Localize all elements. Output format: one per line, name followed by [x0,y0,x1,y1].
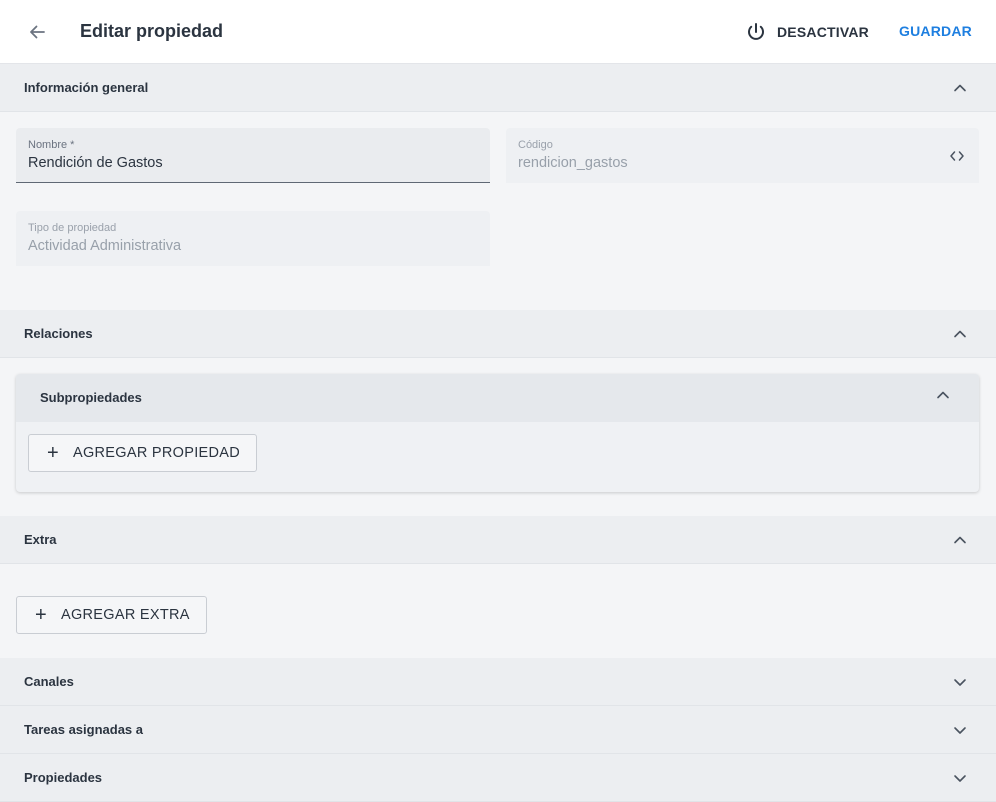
subproperties-title: Subpropiedades [40,390,142,405]
add-property-button[interactable]: + AGREGAR PROPIEDAD [28,434,258,472]
name-field-label: Nombre * [28,139,75,151]
section-general-header[interactable]: Información general [0,64,996,112]
power-icon [748,23,764,40]
section-relations-header[interactable]: Relaciones [0,310,996,358]
property-type-field: Tipo de propiedad Actividad Administrati… [16,211,490,266]
chevron-down-icon [954,679,966,686]
top-bar: Editar propiedad DESACTIVAR GUARDAR [0,0,996,64]
chevron-up-icon [937,391,949,399]
subproperties-header[interactable]: Subpropiedades [16,374,979,422]
plus-icon: + [47,442,59,464]
deactivate-button[interactable]: DESACTIVAR [745,18,869,46]
section-relations-title: Relaciones [24,326,93,341]
section-channels-header[interactable]: Canales [0,658,996,706]
arrow-left-icon [30,25,45,39]
subproperties-panel: Subpropiedades + AGREGAR PROPIEDAD [16,374,979,492]
section-general-title: Información general [24,80,149,95]
section-extra-title: Extra [24,532,57,547]
name-field[interactable]: Nombre * Rendición de Gastos [16,128,490,183]
code-field-label: Código [518,139,553,151]
section-extra-header[interactable]: Extra [0,516,996,564]
save-button[interactable]: GUARDAR [899,23,972,39]
code-icon[interactable] [949,148,965,164]
chevron-down-icon [954,727,966,734]
section-tasks-title: Tareas asignadas a [24,722,143,737]
code-field: Código rendicion_gastos [506,128,979,183]
add-extra-button[interactable]: + AGREGAR EXTRA [16,596,207,634]
property-type-value: Actividad Administrativa [28,238,182,254]
chevron-down-icon [954,775,966,782]
property-type-label: Tipo de propiedad [28,222,117,234]
name-field-value[interactable]: Rendición de Gastos [28,155,163,171]
chevron-up-icon [954,536,966,544]
add-property-label: AGREGAR PROPIEDAD [72,445,241,461]
page-title: Editar propiedad [80,21,224,41]
chevron-up-icon [954,84,966,92]
add-extra-label: AGREGAR EXTRA [60,607,190,623]
plus-icon: + [35,604,47,626]
deactivate-label: DESACTIVAR [777,24,869,40]
section-channels-title: Canales [24,674,74,689]
section-tasks-header[interactable]: Tareas asignadas a [0,706,996,754]
section-properties-header[interactable]: Propiedades [0,754,996,802]
code-field-value: rendicion_gastos [518,155,628,171]
back-button[interactable] [22,17,52,47]
chevron-up-icon [954,330,966,338]
section-properties-title: Propiedades [24,770,103,785]
